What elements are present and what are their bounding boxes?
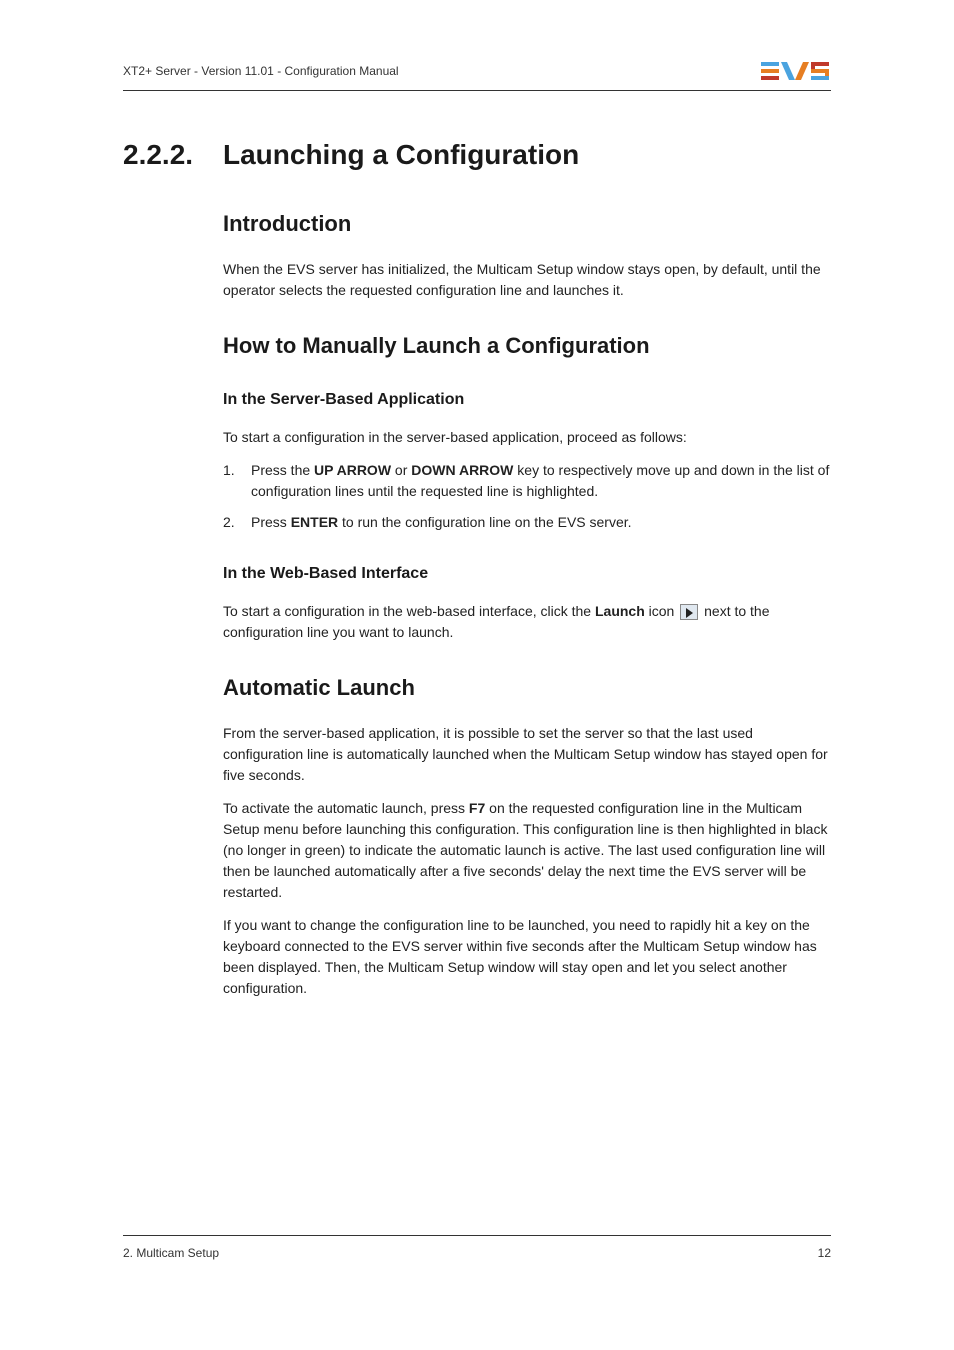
server-steps: Press the UP ARROW or DOWN ARROW key to … bbox=[223, 460, 831, 533]
intro-section: Introduction When the EVS server has ini… bbox=[223, 211, 831, 301]
list-item: Press the UP ARROW or DOWN ARROW key to … bbox=[223, 460, 831, 502]
auto-section: Automatic Launch From the server-based a… bbox=[223, 675, 831, 999]
list-item: Press ENTER to run the configuration lin… bbox=[223, 512, 831, 533]
evs-logo bbox=[761, 60, 831, 82]
web-heading: In the Web-Based Interface bbox=[223, 565, 831, 583]
footer-page-number: 12 bbox=[818, 1246, 831, 1260]
manual-section: How to Manually Launch a Configuration I… bbox=[223, 333, 831, 643]
server-intro: To start a configuration in the server-b… bbox=[223, 427, 831, 448]
intro-heading: Introduction bbox=[223, 211, 831, 237]
page-header: XT2+ Server - Version 11.01 - Configurat… bbox=[123, 60, 831, 91]
auto-p1: From the server-based application, it is… bbox=[223, 723, 831, 786]
heading-number: 2.2.2. bbox=[123, 139, 223, 171]
intro-text: When the EVS server has initialized, the… bbox=[223, 259, 831, 301]
page-footer: 2. Multicam Setup 12 bbox=[123, 1235, 831, 1260]
header-text: XT2+ Server - Version 11.01 - Configurat… bbox=[123, 64, 399, 78]
heading-title: Launching a Configuration bbox=[223, 139, 579, 171]
auto-p3: If you want to change the configuration … bbox=[223, 915, 831, 999]
footer-left: 2. Multicam Setup bbox=[123, 1246, 219, 1260]
web-text: To start a configuration in the web-base… bbox=[223, 601, 831, 643]
section-heading: 2.2.2. Launching a Configuration bbox=[123, 139, 831, 171]
auto-p2: To activate the automatic launch, press … bbox=[223, 798, 831, 903]
manual-heading: How to Manually Launch a Configuration bbox=[223, 333, 831, 359]
server-heading: In the Server-Based Application bbox=[223, 391, 831, 409]
launch-icon bbox=[680, 604, 698, 620]
auto-heading: Automatic Launch bbox=[223, 675, 831, 701]
